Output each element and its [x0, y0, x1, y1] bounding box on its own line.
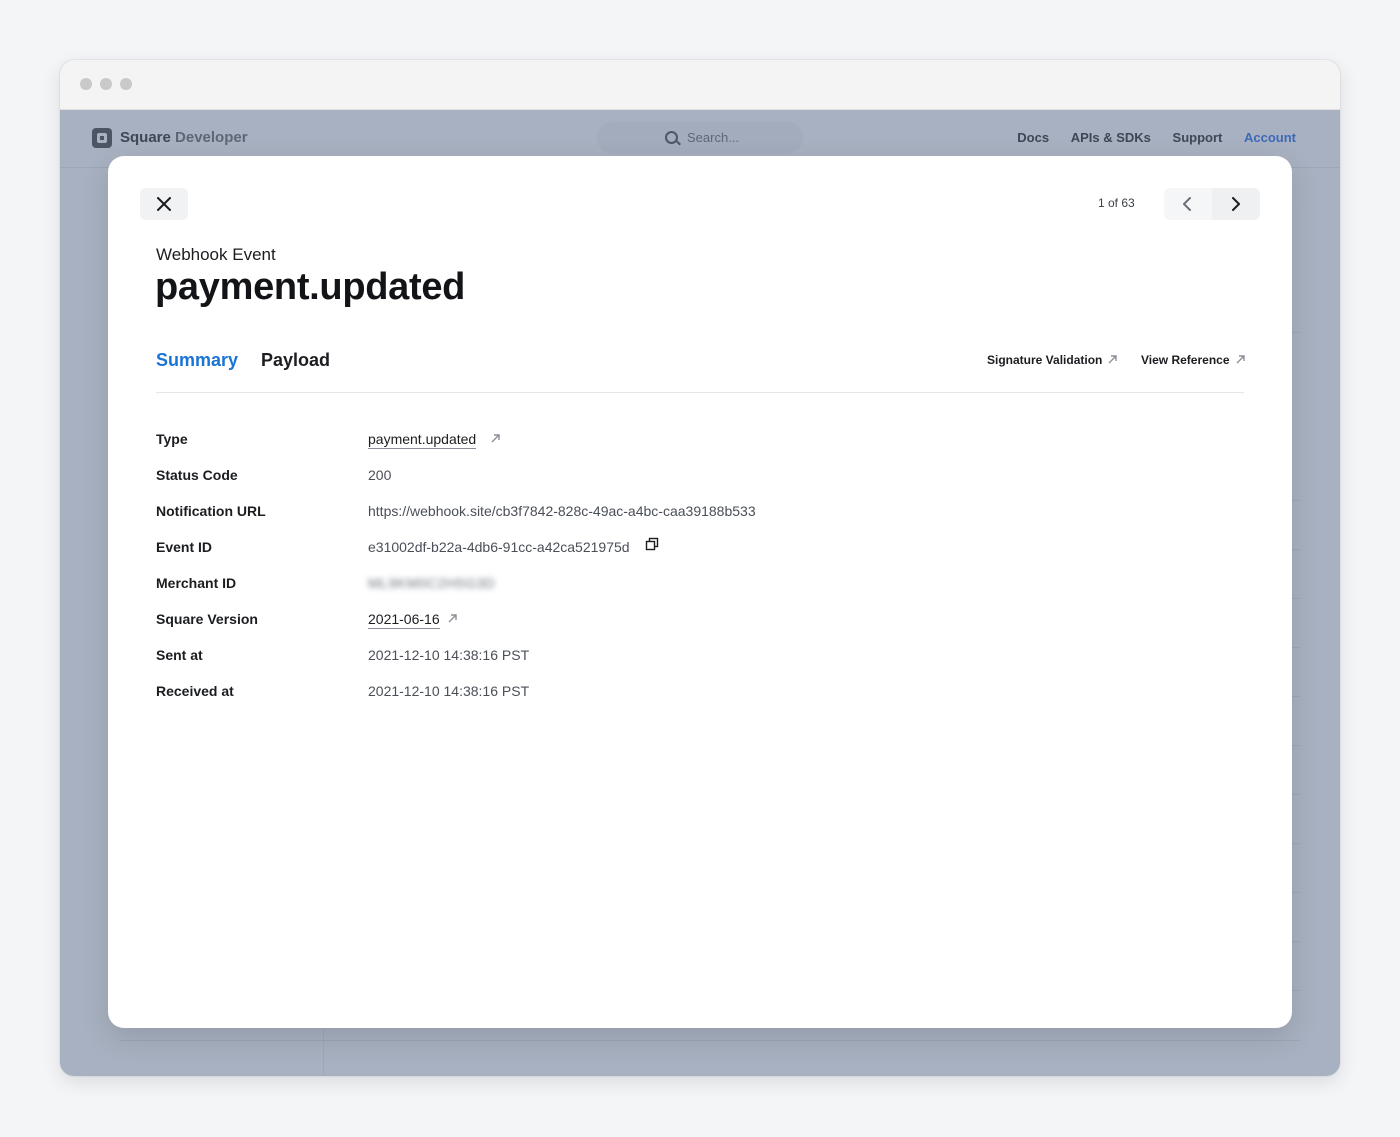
field-label: Type	[156, 431, 188, 447]
event-type-link[interactable]: payment.updated	[368, 431, 477, 449]
search-placeholder: Search...	[687, 130, 740, 145]
nav-link-account: Account	[1244, 130, 1296, 145]
field-row-square-version: Square Version 2021-06-16	[156, 611, 1156, 647]
field-label: Square Version	[156, 611, 258, 627]
chevron-right-icon	[1232, 197, 1240, 211]
close-button[interactable]	[140, 188, 188, 220]
window-minimize-dot[interactable]	[100, 78, 112, 90]
page-title: payment.updated	[155, 266, 466, 308]
sent-at-value: 2021-12-10 14:38:16 PST	[368, 647, 530, 663]
webhook-event-modal: 1 of 63 Webhook Event payment.updated Su…	[108, 156, 1292, 1028]
field-label: Sent at	[156, 647, 203, 663]
copy-icon[interactable]	[645, 537, 659, 551]
tab-payload[interactable]: Payload	[261, 350, 330, 371]
external-arrow-icon	[1236, 355, 1245, 364]
field-label: Notification URL	[156, 503, 266, 519]
field-row-sent-at: Sent at 2021-12-10 14:38:16 PST	[156, 647, 1156, 683]
field-row-notification-url: Notification URL https://webhook.site/cb…	[156, 503, 1156, 539]
view-reference-link[interactable]: View Reference	[1141, 353, 1246, 367]
brand-suffix: Developer	[175, 129, 248, 146]
field-row-status-code: Status Code 200	[156, 467, 1156, 503]
field-label: Merchant ID	[156, 575, 237, 591]
field-row-event-id: Event ID e31002df-b22a-4db6-91cc-a42ca52…	[156, 537, 1156, 575]
next-event-button[interactable]	[1212, 188, 1260, 220]
square-version-link[interactable]: 2021-06-16	[368, 611, 440, 629]
window-close-dot[interactable]	[80, 78, 92, 90]
merchant-id-value: ML9KM0C2H5G3D	[368, 575, 496, 591]
previous-event-button[interactable]	[1164, 188, 1212, 220]
field-label: Event ID	[156, 539, 213, 555]
background-search-input: Search...	[597, 122, 803, 154]
pager-count: 1 of 63	[1098, 196, 1135, 210]
external-arrow-icon	[448, 614, 457, 623]
signature-validation-label: Signature Validation	[987, 353, 1103, 367]
field-row-type: Type payment.updated	[156, 431, 1156, 467]
nav-link-support: Support	[1172, 130, 1223, 145]
tab-summary[interactable]: Summary	[156, 350, 238, 371]
external-arrow-icon	[1108, 355, 1118, 364]
notification-url-value: https://webhook.site/cb3f7842-828c-49ac-…	[368, 503, 756, 519]
field-label: Status Code	[156, 467, 238, 483]
field-label: Received at	[156, 683, 234, 699]
background-nav-links: Docs APIs & SDKs Support Account	[999, 130, 1296, 145]
background-row-divider	[120, 1040, 1300, 1041]
field-row-merchant-id: Merchant ID ML9KM0C2H5G3D	[156, 575, 1156, 611]
brand-logo-text: Square Developer	[120, 129, 248, 146]
square-logo-icon	[92, 128, 112, 148]
nav-link-docs: Docs	[1017, 130, 1050, 145]
chevron-left-icon	[1183, 197, 1191, 211]
window-titlebar	[60, 60, 1340, 110]
event-id-value: e31002df-b22a-4db6-91cc-a42ca521975d	[368, 539, 630, 555]
tabs-divider	[156, 392, 1244, 393]
window-maximize-dot[interactable]	[120, 78, 132, 90]
event-pager	[1164, 188, 1260, 220]
received-at-value: 2021-12-10 14:38:16 PST	[368, 683, 530, 699]
status-code-value: 200	[368, 467, 392, 483]
view-reference-label: View Reference	[1141, 353, 1230, 367]
brand-name: Square	[120, 129, 171, 146]
nav-link-apis-sdks: APIs & SDKs	[1070, 130, 1151, 145]
field-row-received-at: Received at 2021-12-10 14:38:16 PST	[156, 683, 1156, 719]
close-icon	[157, 197, 171, 211]
modal-eyebrow: Webhook Event	[156, 245, 276, 264]
signature-validation-link[interactable]: Signature Validation	[987, 353, 1118, 367]
external-arrow-icon	[491, 434, 500, 443]
search-icon	[665, 131, 678, 144]
